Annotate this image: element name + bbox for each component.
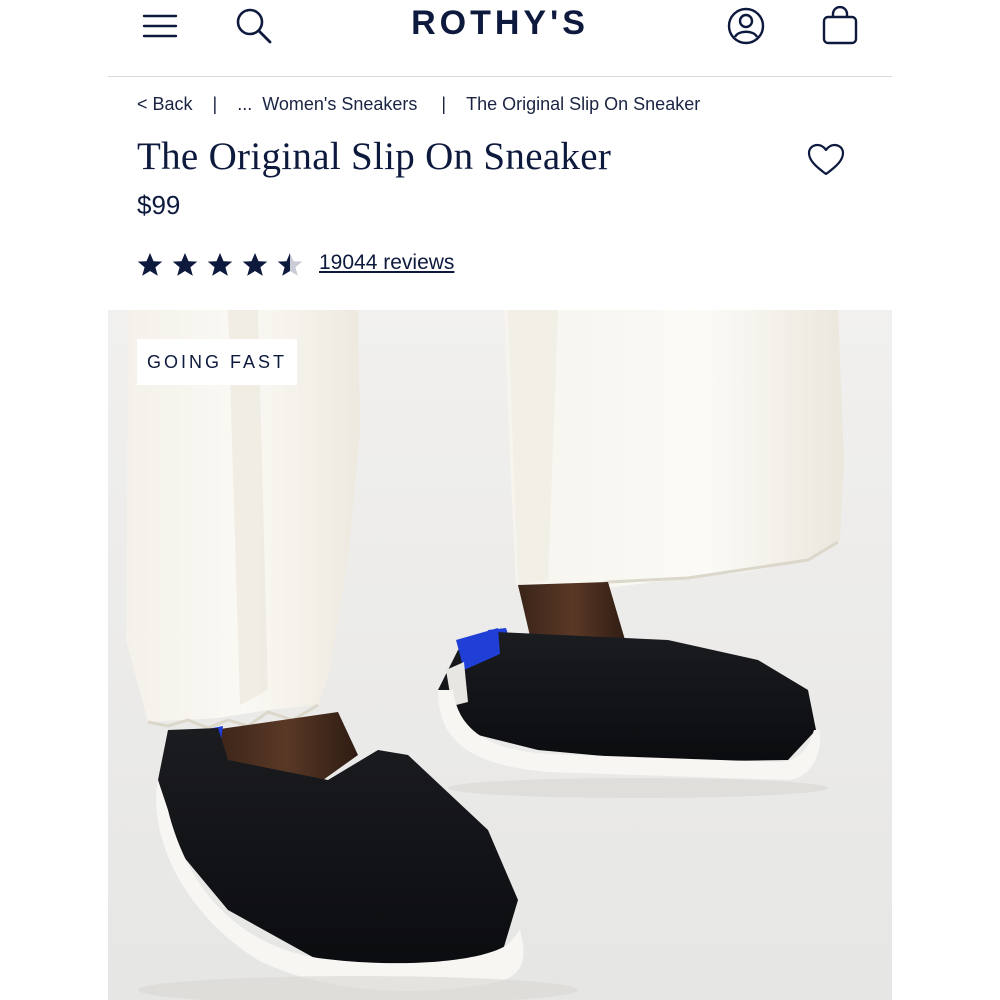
- breadcrumb: < Back | ... Women's Sneakers | The Orig…: [137, 92, 700, 116]
- breadcrumb-current: The Original Slip On Sneaker: [466, 93, 701, 114]
- bag-button[interactable]: [818, 4, 862, 48]
- star-icon: [137, 253, 163, 276]
- right-margin: [892, 0, 1000, 1000]
- star-icon: [277, 253, 303, 276]
- account-button[interactable]: [724, 4, 768, 48]
- product-image[interactable]: GOING FAST: [108, 310, 892, 1000]
- star-icon: [172, 253, 198, 276]
- product-title: The Original Slip On Sneaker: [137, 135, 612, 178]
- star-icon: [242, 253, 268, 276]
- account-icon: [727, 7, 765, 45]
- favorite-button[interactable]: [804, 140, 848, 180]
- breadcrumb-separator: |: [212, 93, 218, 114]
- site-header: ROTHY'S: [108, 0, 892, 77]
- reviews-link[interactable]: 19044 reviews: [319, 251, 454, 275]
- breadcrumb-ellipsis[interactable]: ...: [237, 94, 252, 115]
- breadcrumb-separator: |: [441, 93, 447, 114]
- heart-icon: [807, 143, 845, 176]
- star-icon: [207, 253, 233, 276]
- product-price: $99: [137, 190, 181, 220]
- sneaker-photo: [108, 310, 892, 1000]
- rating-row: 19044 reviews: [137, 249, 454, 281]
- back-link[interactable]: < Back: [137, 94, 193, 115]
- breadcrumb-category-link[interactable]: Women's Sneakers: [262, 94, 417, 115]
- star-rating: [137, 252, 303, 278]
- brand-logo[interactable]: ROTHY'S: [108, 4, 892, 43]
- going-fast-badge: GOING FAST: [137, 339, 297, 385]
- product-page: ROTHY'S < Back | ... Women's Sneakers | …: [108, 0, 892, 1000]
- bag-icon: [822, 6, 858, 45]
- left-margin: [0, 0, 108, 1000]
